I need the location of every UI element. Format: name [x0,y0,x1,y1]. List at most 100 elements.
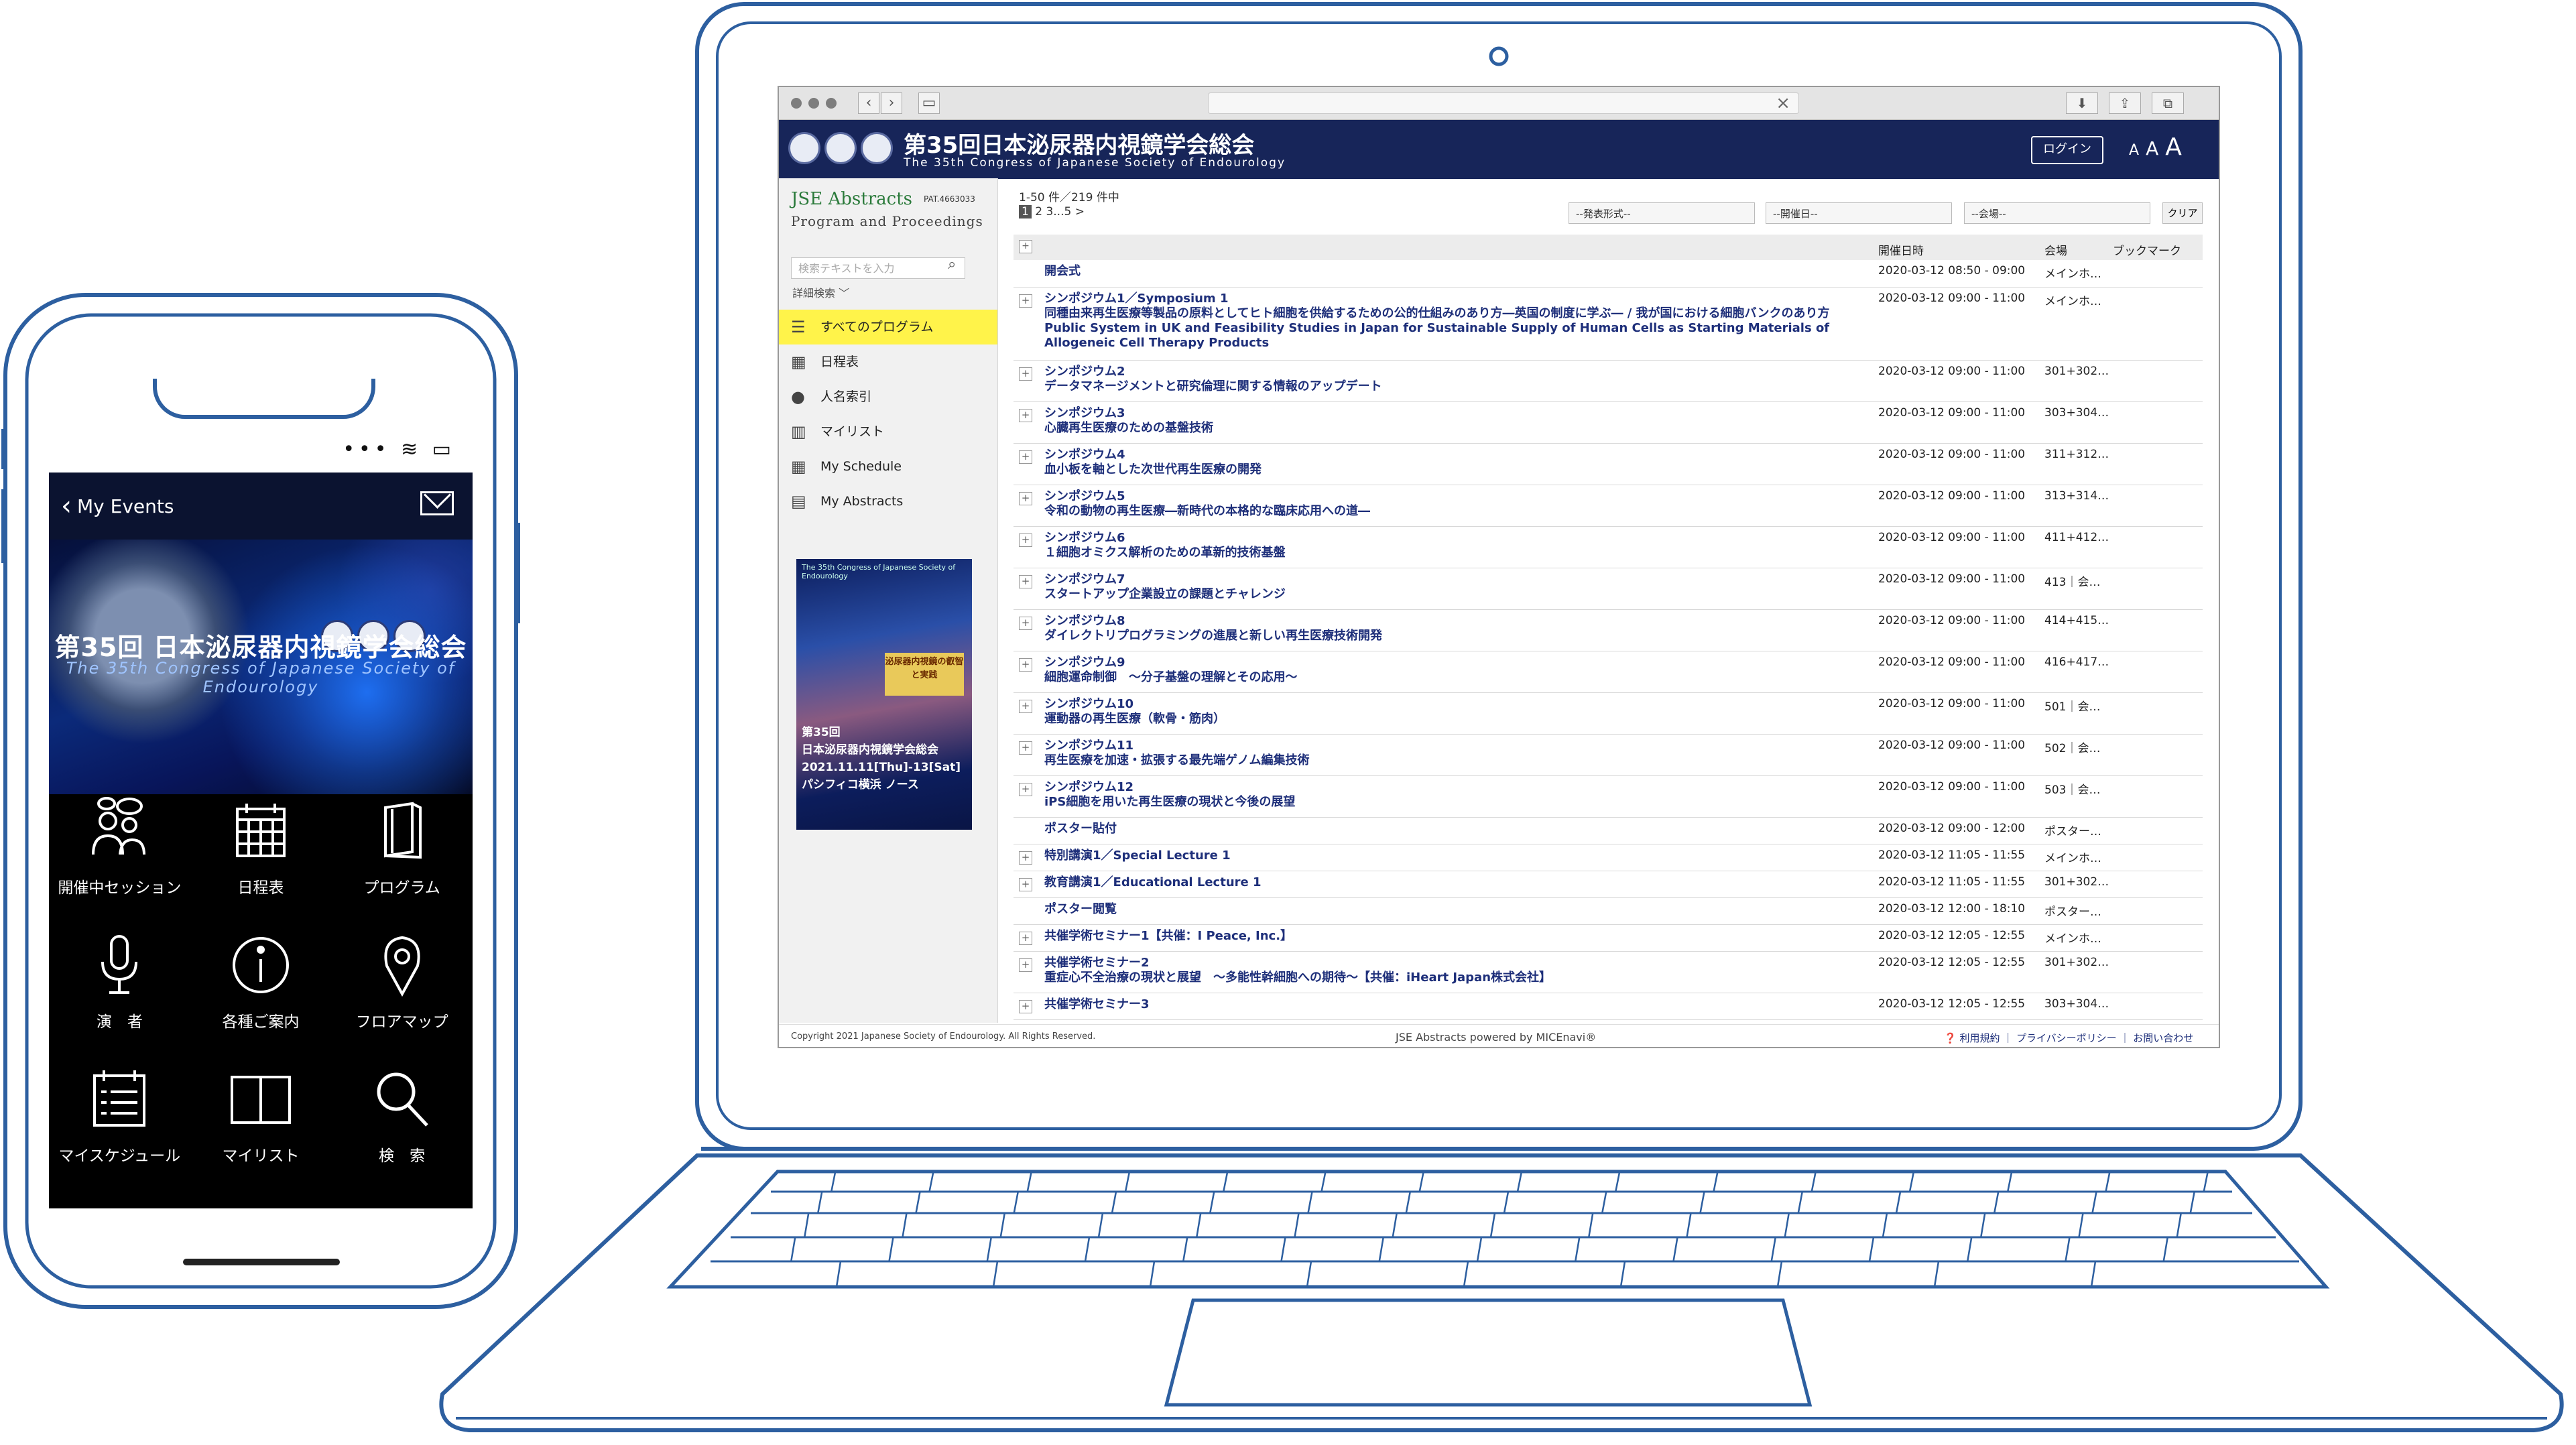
search-input[interactable]: 検索テキストを入力 [791,257,965,279]
session-title-link[interactable]: 開会式 [1044,264,1876,279]
table-row[interactable]: + シンポジウム7 スタートアップ企業設立の課題とチャレンジ 2020-03-12 … [1014,568,2203,610]
login-button[interactable]: ログイン [2031,136,2103,164]
session-title-link[interactable]: 共催学術セミナー1【共催：I Peace, Inc.】 [1044,929,1876,944]
tile-schedule[interactable]: 日程表 [190,794,332,901]
brand-name[interactable]: JSE Abstracts [791,189,912,209]
session-title-link[interactable]: シンポジウム12 iPS細胞を用いた再生医療の現状と今後の展望 [1044,780,1876,810]
session-title-link[interactable]: シンポジウム6 １細胞オミクス解析のための革新的技術基盤 [1044,531,1876,560]
forward-button[interactable]: › [881,92,902,114]
share-icon[interactable]: ⇪ [2109,92,2141,114]
expand-row-icon[interactable]: + [1019,617,1032,630]
current-page[interactable]: 1 [1019,205,1032,218]
expand-row-icon[interactable]: + [1019,409,1032,422]
clear-filters-button[interactable]: クリア [2162,202,2203,224]
chevron-left-icon[interactable]: ‹ [61,491,72,521]
session-title-link[interactable]: シンポジウム11 再生医療を加速・拡張する最先端ゲノム編集技術 [1044,739,1876,768]
back-button-my-events[interactable]: My Events [77,495,174,517]
table-row[interactable]: + 共催学術セミナー3 2020-03-12 12:05 - 12:55 303+30… [1014,993,2203,1020]
mail-icon[interactable] [420,491,454,515]
sidebar-item-my-abstracts[interactable]: ▤ My Abstracts [779,484,997,519]
sidebar-item-my-schedule[interactable]: ▦ My Schedule [779,449,997,484]
session-title-link[interactable]: シンポジウム1／Symposium 1 同種由来再生医療等製品の原料としてヒト細… [1044,292,1876,351]
address-bar[interactable]: × [1208,92,1799,114]
download-icon[interactable]: ⬇ [2066,92,2098,114]
tile-ongoing-sessions[interactable]: 開催中セッション [49,794,190,901]
sidebar-item-name-index[interactable]: ● 人名索引 [779,379,997,414]
sidebar-item-my-list[interactable]: ▥ マイリスト [779,414,997,449]
table-row[interactable]: + シンポジウム3 心臓再生医療のための基盤技術 2020-03-12 09:00 … [1014,402,2203,444]
font-size-small[interactable]: A [2129,142,2139,159]
table-row[interactable]: + シンポジウム8 ダイレクトリプログラミングの進展と新しい再生医療技術開発 202… [1014,610,2203,651]
venue-filter-select[interactable]: --会場-- [1964,202,2150,224]
expand-row-icon[interactable]: + [1019,741,1032,755]
expand-row-icon[interactable]: + [1019,1000,1032,1013]
table-row[interactable]: + 共催学術セミナー1【共催：I Peace, Inc.】 2020-03-12 1… [1014,925,2203,952]
column-header-venue[interactable]: 会場 [2044,241,2067,258]
clear-url-icon[interactable]: × [1776,93,1790,113]
table-row[interactable]: + 特別講演1／Special Lecture 1 2020-03-12 11:05… [1014,844,2203,871]
home-indicator[interactable] [183,1259,340,1265]
expand-row-icon[interactable]: + [1019,658,1032,672]
minimize-window-button[interactable] [808,98,819,109]
congress-poster[interactable]: The 35th Congress of Japanese Society of… [796,559,972,830]
table-row[interactable]: + シンポジウム12 iPS細胞を用いた再生医療の現状と今後の展望 2020-03-… [1014,776,2203,818]
expand-row-icon[interactable]: + [1019,450,1032,464]
close-window-button[interactable] [791,98,802,109]
session-title-link[interactable]: シンポジウム8 ダイレクトリプログラミングの進展と新しい再生医療技術開発 [1044,614,1876,643]
other-pages[interactable]: 2 3...5 > [1032,205,1085,218]
session-title-link[interactable]: シンポジウム4 血小板を軸とした次世代再生医療の開発 [1044,448,1876,477]
expand-row-icon[interactable]: + [1019,575,1032,588]
table-row[interactable]: ポスター貼付 2020-03-12 09:00 - 12:00 ポスター… [1014,818,2203,844]
expand-row-icon[interactable]: + [1019,932,1032,945]
expand-row-icon[interactable]: + [1019,533,1032,547]
session-title-link[interactable]: シンポジウム9 細胞運命制御 ～分子基盤の理解とその応用～ [1044,655,1876,685]
table-row[interactable]: + シンポジウム11 再生医療を加速・拡張する最先端ゲノム編集技術 2020-03-… [1014,735,2203,776]
table-row[interactable]: ポスター閲覧 2020-03-12 12:00 - 18:10 ポスター… [1014,898,2203,925]
table-row[interactable]: + シンポジウム5 令和の動物の再生医療―新時代の本格的な臨床応用への道― 2020… [1014,485,2203,527]
tile-program[interactable]: プログラム [331,794,473,901]
expand-row-icon[interactable]: + [1019,878,1032,891]
table-row[interactable]: + シンポジウム2 データマネージメントと研究倫理に関する情報のアップデート 202… [1014,361,2203,402]
footer-links[interactable]: ❓ 利用規約 ｜ プライバシーポリシー ｜ お問い合わせ [1944,1031,2193,1045]
pagination[interactable]: 1 2 3...5 > [1019,205,1085,218]
tile-information[interactable]: 各種ご案内 [190,928,332,1035]
expand-row-icon[interactable]: + [1019,958,1032,972]
table-row[interactable]: + シンポジウム4 血小板を軸とした次世代再生医療の開発 2020-03-12 09… [1014,444,2203,485]
maximize-window-button[interactable] [826,98,837,109]
sidebar-toggle-icon[interactable]: ▭ [918,92,940,114]
sidebar-item-all-programs[interactable]: ☰ すべてのプログラム [779,310,997,344]
expand-row-icon[interactable]: + [1019,700,1032,713]
expand-row-icon[interactable]: + [1019,492,1032,505]
session-title-link[interactable]: シンポジウム3 心臓再生医療のための基盤技術 [1044,406,1876,436]
session-title-link[interactable]: シンポジウム5 令和の動物の再生医療―新時代の本格的な臨床応用への道― [1044,489,1876,519]
session-title-link[interactable]: シンポジウム10 運動器の再生医療（軟骨・筋肉） [1044,697,1876,727]
tabs-icon[interactable]: ⧉ [2152,92,2184,114]
table-row[interactable]: + シンポジウム9 細胞運命制御 ～分子基盤の理解とその応用～ 2020-03-12… [1014,651,2203,693]
expand-row-icon[interactable]: + [1019,294,1032,308]
tile-my-schedule[interactable]: マイスケジュール [49,1062,190,1170]
table-row[interactable]: + シンポジウム10 運動器の再生医療（軟骨・筋肉） 2020-03-12 09:0… [1014,693,2203,735]
tile-speakers[interactable]: 演 者 [49,928,190,1035]
expand-row-icon[interactable]: + [1019,367,1032,381]
session-title-link[interactable]: ポスター貼付 [1044,822,1876,836]
date-filter-select[interactable]: --開催日-- [1766,202,1952,224]
advanced-search-link[interactable]: 詳細検索 ﹀ [792,284,849,300]
table-row[interactable]: + 共催学術セミナー2 重症心不全治療の現状と展望 ～多能性幹細胞への期待～【共催… [1014,952,2203,993]
table-row[interactable]: + シンポジウム1／Symposium 1 同種由来再生医療等製品の原料としてヒト… [1014,288,2203,361]
column-header-date[interactable]: 開催日時 [1878,241,1924,258]
table-row[interactable]: + 教育講演1／Educational Lecture 1 2020-03-12 1… [1014,871,2203,898]
session-title-link[interactable]: シンポジウム2 データマネージメントと研究倫理に関する情報のアップデート [1044,365,1876,394]
session-title-link[interactable]: ポスター閲覧 [1044,902,1876,917]
session-title-link[interactable]: 教育講演1／Educational Lecture 1 [1044,875,1876,890]
tile-search[interactable]: 検 索 [331,1062,473,1170]
format-filter-select[interactable]: --発表形式-- [1569,202,1755,224]
expand-all-icon[interactable]: + [1019,240,1032,253]
session-title-link[interactable]: 共催学術セミナー3 [1044,997,1876,1012]
tile-my-list[interactable]: マイリスト [190,1062,332,1170]
font-size-medium[interactable]: A [2146,137,2158,160]
font-size-large[interactable]: A [2165,133,2182,161]
table-row[interactable]: + シンポジウム6 １細胞オミクス解析のための革新的技術基盤 2020-03-12 … [1014,527,2203,568]
session-title-link[interactable]: シンポジウム7 スタートアップ企業設立の課題とチャレンジ [1044,572,1876,602]
sidebar-item-schedule[interactable]: ▦ 日程表 [779,344,997,379]
table-row[interactable]: 開会式 2020-03-12 08:50 - 09:00 メインホ… [1014,260,2203,288]
